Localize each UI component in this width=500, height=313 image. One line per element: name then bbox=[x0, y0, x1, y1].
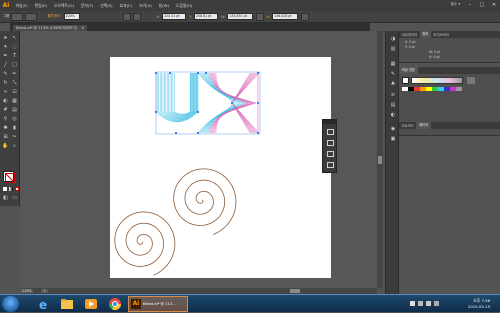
info-x: X: 0 pt bbox=[405, 40, 416, 44]
gradient-panel-icon[interactable]: ▤ bbox=[389, 101, 397, 109]
ai-task-icon[interactable]: Ai Blend.ai* @ 113... bbox=[128, 296, 188, 312]
media-icon[interactable] bbox=[80, 296, 102, 312]
blend-object-group[interactable] bbox=[155, 72, 260, 134]
info-h: H: 0 pt bbox=[429, 55, 440, 59]
symbols-panel-icon[interactable]: ♣ bbox=[389, 80, 397, 88]
clock-date[interactable]: 2015-05-15 bbox=[468, 304, 490, 309]
artboard-number-field[interactable]: 1 bbox=[41, 289, 48, 293]
tab-libraries[interactable]: 라이브러리 bbox=[431, 32, 452, 37]
tab-swatches[interactable]: 색상 견본 bbox=[399, 67, 418, 74]
svg-text:e: e bbox=[39, 298, 47, 312]
tab-navigator[interactable]: 내비게이터 bbox=[399, 32, 420, 37]
align-panel-icon[interactable] bbox=[327, 140, 334, 146]
spiral-small[interactable] bbox=[114, 211, 176, 276]
panel-dock: ◑ ▥ ▦ ✎ ♣ ≡ ▤ ◐ ◉ ▣ bbox=[385, 31, 399, 294]
color-panel-icon[interactable]: ◑ bbox=[389, 35, 397, 43]
artboard-panel-icon[interactable] bbox=[327, 129, 334, 135]
tray-ime-icon[interactable] bbox=[434, 301, 439, 306]
zoom-level-field[interactable]: 113% bbox=[20, 289, 34, 293]
vertical-scrollbar[interactable] bbox=[377, 31, 383, 288]
ie-icon[interactable]: e bbox=[32, 296, 54, 312]
brushes-panel-icon[interactable]: ✎ bbox=[389, 70, 397, 78]
chrome-icon[interactable] bbox=[104, 296, 126, 312]
info-panel: 내비게이터 정보 라이브러리 X: 0 pt Y: 0 pt W: 0 pt H… bbox=[399, 31, 500, 63]
floating-tool-panel bbox=[322, 119, 337, 173]
right-panels: 내비게이터 정보 라이브러리 X: 0 pt Y: 0 pt W: 0 pt H… bbox=[399, 31, 500, 294]
swatches-panel: 색상 견본 bbox=[399, 67, 500, 123]
swatch-fill-icon[interactable] bbox=[402, 77, 409, 84]
tray-flag-icon[interactable] bbox=[410, 301, 415, 306]
floating-panel-header[interactable] bbox=[323, 120, 336, 124]
swatch-row[interactable] bbox=[402, 87, 462, 91]
windows-taskbar: e Ai Blend.ai* @ 113... 오후 7:36 2015-05-… bbox=[0, 294, 500, 312]
info-w: W: 0 pt bbox=[429, 50, 441, 54]
tray-network-icon[interactable] bbox=[418, 301, 423, 306]
explorer-icon[interactable] bbox=[56, 296, 78, 312]
tray-volume-icon[interactable] bbox=[426, 301, 431, 306]
system-tray: 오후 7:36 2015-05-15 bbox=[370, 295, 500, 313]
ai-task-label: Blend.ai* @ 113... bbox=[143, 302, 176, 306]
start-button-icon[interactable] bbox=[2, 296, 19, 312]
spiral-large[interactable] bbox=[173, 168, 237, 235]
vertical-scroll-thumb[interactable] bbox=[378, 156, 382, 164]
tab-layers[interactable]: 레이어 bbox=[416, 122, 431, 129]
stroke-panel-icon[interactable]: ≡ bbox=[389, 91, 397, 99]
tab-info[interactable]: 정보 bbox=[419, 31, 431, 38]
pathfinder-panel-icon[interactable] bbox=[327, 151, 334, 157]
swatches-panel-icon[interactable]: ▦ bbox=[389, 60, 397, 68]
transparency-panel-icon[interactable]: ◐ bbox=[389, 111, 397, 119]
color-guide-icon[interactable]: ▥ bbox=[389, 45, 397, 53]
appearance-panel-icon[interactable]: ◉ bbox=[389, 125, 397, 133]
layers-panel: 아트보드 레이어 bbox=[399, 122, 500, 136]
info-y: Y: 0 pt bbox=[405, 45, 415, 49]
swatch-library-button[interactable] bbox=[467, 77, 475, 84]
graphic-styles-icon[interactable]: ▣ bbox=[389, 135, 397, 143]
horizontal-scroll-thumb[interactable] bbox=[290, 289, 300, 293]
color-spectrum[interactable] bbox=[411, 77, 463, 84]
transform-panel-icon[interactable] bbox=[327, 162, 334, 168]
tab-artboards[interactable]: 아트보드 bbox=[399, 123, 416, 128]
